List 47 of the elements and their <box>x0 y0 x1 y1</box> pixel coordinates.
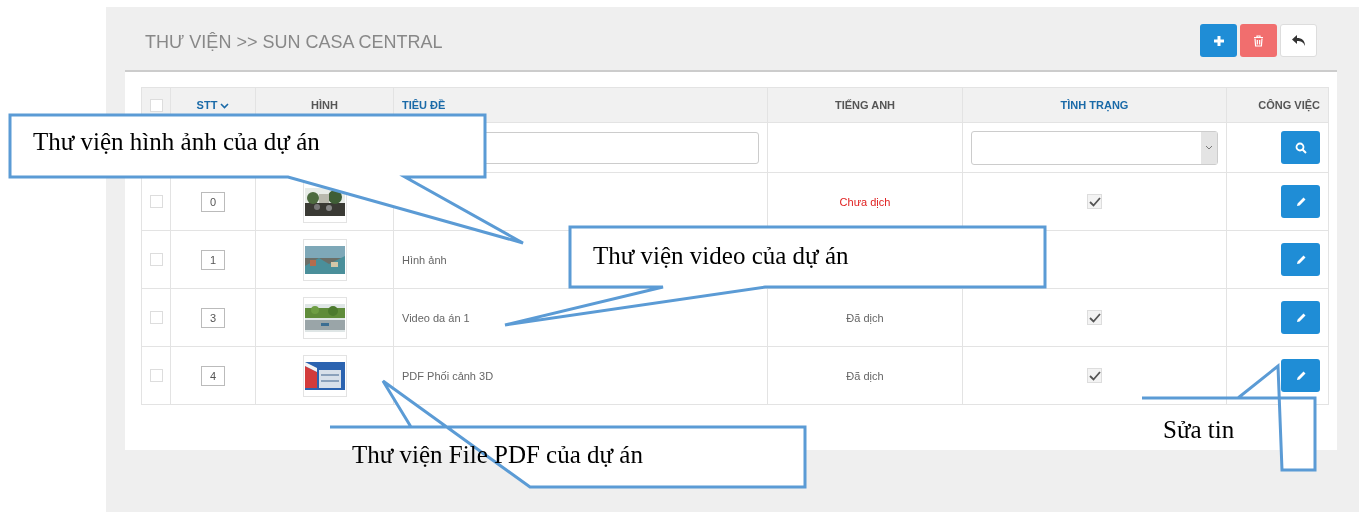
translation-status: Đã dịch <box>846 311 884 324</box>
callout-tooltip-text: Thư viện File PDF của dự án <box>352 441 643 469</box>
edit-button[interactable] <box>1281 359 1320 392</box>
status-filter-select[interactable] <box>971 130 1218 165</box>
plus-icon <box>1212 34 1225 47</box>
callout-tooltip-text: Sửa tin <box>1163 416 1235 444</box>
status-checkbox[interactable] <box>1087 194 1102 209</box>
reply-icon <box>1290 33 1307 48</box>
row-checkbox[interactable] <box>150 311 163 325</box>
callout-tooltip-text: Thư viện hình ảnh của dự án <box>33 128 320 156</box>
pencil-icon <box>1294 369 1307 382</box>
order-field[interactable]: 0 <box>201 191 225 212</box>
order-field[interactable]: 4 <box>201 365 225 386</box>
order-field[interactable]: 1 <box>201 249 225 270</box>
edit-button[interactable] <box>1281 185 1320 218</box>
trash-icon <box>1253 34 1264 47</box>
column-header: HÌNH <box>311 99 338 111</box>
pencil-icon <box>1294 195 1307 208</box>
row-checkbox[interactable] <box>150 195 163 209</box>
add-button[interactable] <box>1200 24 1237 57</box>
title-text: Hình ảnh <box>402 253 447 266</box>
translation-status: Đã dịch <box>846 369 884 382</box>
column-header[interactable]: TÌNH TRẠNG <box>1060 99 1129 111</box>
back-button[interactable] <box>1280 24 1317 57</box>
column-header: CÔNG VIỆC <box>1258 99 1320 111</box>
search-icon <box>1294 141 1307 154</box>
title-text: PDF Phối cảnh 3D <box>402 369 494 382</box>
pencil-icon <box>1294 311 1307 324</box>
row-checkbox[interactable] <box>150 369 163 383</box>
pencil-icon <box>1294 253 1307 266</box>
translation-status: Chưa dịch <box>839 195 891 208</box>
callout-tooltip-text: Thư viện video của dự án <box>593 242 849 270</box>
edit-button[interactable] <box>1281 301 1320 334</box>
column-header: TIẾNG ANH <box>834 99 896 111</box>
chevron-down-icon <box>1205 145 1213 150</box>
column-header[interactable]: STT <box>196 99 230 111</box>
edit-button[interactable] <box>1281 243 1320 276</box>
column-header[interactable]: TIÊU ĐỀ <box>402 99 446 111</box>
order-field[interactable]: 3 <box>201 307 225 328</box>
title-text: Video da án 1 <box>402 311 470 324</box>
search-button[interactable] <box>1281 131 1320 164</box>
row-checkbox[interactable] <box>150 253 163 267</box>
caret-icon <box>220 103 230 110</box>
page-title: THƯ VIỆN >> SUN CASA CENTRAL <box>145 32 443 53</box>
select-all-checkbox[interactable] <box>149 98 163 112</box>
status-checkbox[interactable] <box>1087 310 1102 325</box>
status-checkbox[interactable] <box>1087 368 1102 383</box>
